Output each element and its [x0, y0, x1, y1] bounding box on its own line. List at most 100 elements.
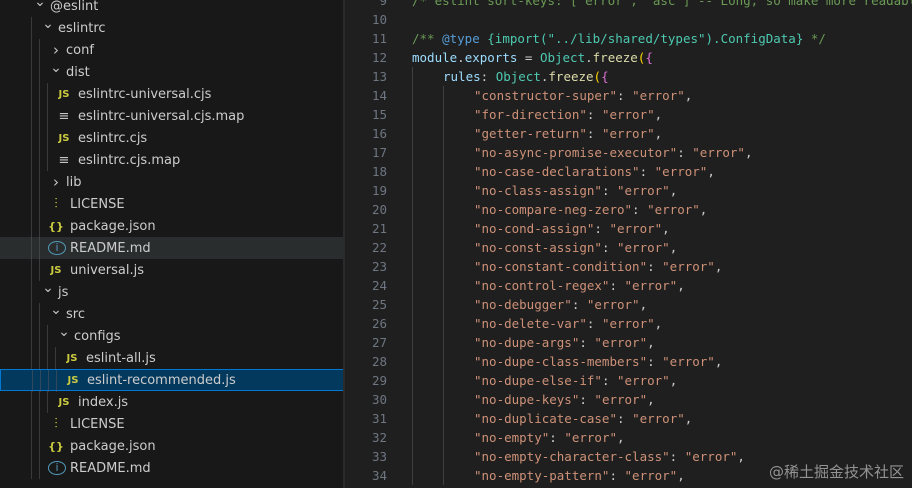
code-line[interactable]: 14 "constructor-super": "error", — [345, 86, 912, 105]
code-token: , — [707, 164, 715, 179]
code-line[interactable]: 27 "no-dupe-args": "error", — [345, 333, 912, 352]
indent-guide — [39, 193, 40, 215]
code-line[interactable]: 24 "no-control-regex": "error", — [345, 276, 912, 295]
tree-file[interactable]: JS eslint-all.js — [0, 347, 345, 369]
code-token: "error" — [624, 468, 678, 483]
code-token: , — [684, 411, 693, 426]
indent-guide — [412, 466, 413, 485]
code-line[interactable]: 13 rules: Object.freeze({ — [345, 67, 912, 86]
code-line[interactable]: 11 /** @type {import("../lib/shared/types… — [345, 29, 912, 48]
tree-file[interactable]: i README.md — [0, 237, 345, 259]
line-number: 28 — [371, 354, 387, 369]
tree-file[interactable]: JS eslintrc.cjs — [0, 127, 345, 149]
code-line[interactable]: 29 "no-dupe-else-if": "error", — [345, 371, 912, 390]
tree-item-label: eslint-recommended.js — [87, 372, 236, 388]
line-number: 12 — [371, 50, 387, 65]
line-number: 16 — [371, 126, 387, 141]
tree-file[interactable]: {} package.json — [0, 435, 345, 457]
code-line[interactable]: 15 "for-direction": "error", — [345, 105, 912, 124]
tree-folder[interactable]: ⌄ configs — [0, 324, 345, 347]
code-token: "error" — [647, 202, 700, 217]
tree-folder[interactable]: ⌄ dist — [0, 60, 345, 83]
line-number: 21 — [371, 221, 387, 236]
code-token: "error" — [617, 183, 670, 198]
tree-folder[interactable]: › conf — [0, 39, 345, 61]
tree-item-label: configs — [74, 328, 121, 344]
code-line[interactable]: 32 "no-empty": "error", — [345, 428, 912, 447]
tree-file[interactable]: ≡ eslintrc.cjs.map — [0, 149, 345, 171]
chevron-down-icon[interactable]: ⌄ — [48, 302, 64, 318]
tree-file[interactable]: {} package.json — [0, 215, 345, 237]
tree-item-label: eslint-all.js — [86, 350, 156, 366]
code-line[interactable]: 26 "no-delete-var": "error", — [345, 314, 912, 333]
chevron-right-icon[interactable]: › — [48, 41, 64, 59]
js-file-icon: JS — [66, 352, 78, 364]
line-number: 17 — [371, 145, 387, 160]
tree-file[interactable]: JS eslintrc-universal.cjs — [0, 83, 345, 105]
code-token: : — [594, 221, 610, 236]
code-line[interactable]: 20 "no-compare-neg-zero": "error", — [345, 200, 912, 219]
chevron-down-icon[interactable]: ⌄ — [56, 324, 72, 340]
code-token: "error" — [617, 373, 670, 388]
code-token: , — [699, 202, 708, 217]
tree-file[interactable]: ⫶ LICENSE — [0, 193, 345, 215]
code-token: "no-empty-character-class" — [474, 449, 670, 464]
code-line[interactable]: 16 "getter-return": "error", — [345, 124, 912, 143]
chevron-right-icon[interactable]: › — [48, 173, 64, 191]
code-line[interactable]: 28 "no-dupe-class-members": "error", — [345, 352, 912, 371]
code-text: "no-constant-condition": "error", — [474, 257, 722, 276]
code-line[interactable]: 31 "no-duplicate-case": "error", — [345, 409, 912, 428]
code-token: "error" — [601, 126, 655, 141]
code-line[interactable]: 22 "no-const-assign": "error", — [345, 238, 912, 257]
code-token: "error" — [632, 411, 685, 426]
tree-file[interactable]: i README.md — [0, 457, 345, 479]
tree-folder[interactable]: ⌄ eslintrc — [0, 16, 345, 39]
indent-guide — [412, 67, 413, 86]
chevron-down-icon[interactable]: ⌄ — [40, 280, 56, 296]
tree-file[interactable]: ≡ eslintrc-universal.cjs.map — [0, 105, 345, 127]
tree-file[interactable]: JS eslint-recommended.js — [0, 369, 345, 392]
indent-guide — [31, 193, 32, 215]
indent-guide — [31, 259, 32, 281]
chevron-down-icon[interactable]: ⌄ — [48, 60, 64, 76]
code-line[interactable]: 21 "no-cond-assign": "error", — [345, 219, 912, 238]
tree-file[interactable]: ⫶ LICENSE — [0, 413, 345, 435]
code-token: : — [480, 69, 496, 84]
tree-folder[interactable]: ⌄ js — [0, 280, 345, 303]
code-token: "no-debugger" — [474, 297, 572, 312]
tree-file[interactable]: JS universal.js — [0, 259, 345, 281]
code-line[interactable]: 19 "no-class-assign": "error", — [345, 181, 912, 200]
code-token: , — [654, 316, 663, 331]
tree-file[interactable]: JS index.js — [0, 391, 345, 413]
tree-item-label: universal.js — [70, 262, 144, 278]
code-text: "no-delete-var": "error", — [474, 314, 662, 333]
chevron-down-icon[interactable]: ⌄ — [32, 0, 48, 10]
code-line[interactable]: 12 module.exports = Object.freeze({ — [345, 48, 912, 67]
code-text: "no-class-assign": "error", — [474, 181, 677, 200]
code-token: . — [457, 50, 465, 65]
indent-guide — [443, 124, 444, 143]
code-editor[interactable]: 9 /* eslint sort-keys: ["error", "asc"] -… — [345, 0, 912, 488]
code-line[interactable]: 17 "no-async-promise-executor": "error", — [345, 143, 912, 162]
tree-item-label: LICENSE — [70, 196, 125, 212]
tree-folder[interactable]: › lib — [0, 171, 345, 193]
code-line[interactable]: 30 "no-dupe-keys": "error", — [345, 390, 912, 409]
tree-folder[interactable]: ⌄ src — [0, 302, 345, 325]
code-line[interactable]: 18 "no-case-declarations": "error", — [345, 162, 912, 181]
indent-guide — [443, 143, 444, 162]
line-number: 20 — [371, 202, 387, 217]
code-text: "no-case-declarations": "error", — [474, 162, 715, 181]
code-line[interactable]: 10 — [345, 10, 912, 29]
indent-guide — [31, 413, 32, 435]
code-line[interactable]: 9 /* eslint sort-keys: ["error", "asc"] -… — [345, 0, 912, 10]
chevron-down-icon[interactable]: ⌄ — [40, 16, 56, 32]
line-number: 11 — [371, 31, 387, 46]
line-number: 13 — [371, 69, 387, 84]
code-token: { — [601, 69, 609, 84]
tree-folder[interactable]: ⌄ @eslint — [0, 0, 345, 17]
code-token: "no-empty" — [474, 430, 550, 445]
code-line[interactable]: 25 "no-debugger": "error", — [345, 295, 912, 314]
code-line[interactable]: 23 "no-constant-condition": "error", — [345, 257, 912, 276]
indent-guide — [39, 325, 40, 347]
code-token: freeze — [592, 50, 638, 65]
